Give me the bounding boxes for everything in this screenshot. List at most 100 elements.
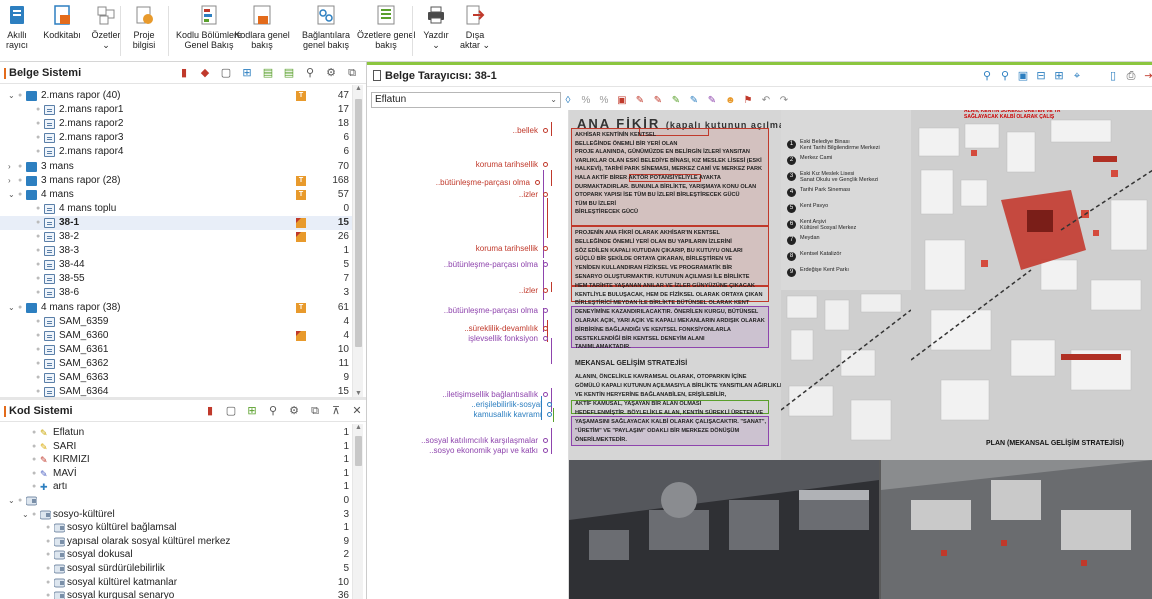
- margin-code-label[interactable]: ..izler: [519, 190, 538, 199]
- scroll-thumb[interactable]: [355, 436, 362, 466]
- chevron-down-icon[interactable]: ⌄: [22, 508, 32, 522]
- margin-code-label[interactable]: ..izler: [519, 286, 538, 295]
- coding-stripe[interactable]: [551, 428, 552, 454]
- document-group-row[interactable]: › ● 3 mans 70: [0, 160, 355, 174]
- highlighter-green-icon[interactable]: ✎: [671, 95, 681, 106]
- chevron-down-icon[interactable]: ⌄: [8, 494, 18, 508]
- print-icon[interactable]: ⎙: [1125, 65, 1137, 87]
- doc-group2-icon[interactable]: ▤: [283, 62, 295, 84]
- panel-icon[interactable]: ▯: [1107, 65, 1119, 87]
- text-type-badge[interactable]: T: [296, 189, 306, 200]
- links-overview-button[interactable]: Bağlantılara genel bakış: [297, 4, 355, 50]
- chevron-down-icon[interactable]: ⌄: [8, 301, 18, 315]
- coding-knob-icon[interactable]: [535, 180, 540, 185]
- code-row[interactable]: ● ✎ MAVİ 1: [0, 467, 355, 481]
- document-row[interactable]: ● 38-6 3: [0, 286, 355, 300]
- coding-knob-icon[interactable]: [543, 192, 548, 197]
- document-row[interactable]: ● 2.mans rapor2 18: [0, 117, 355, 131]
- code-set-icon[interactable]: ⊞: [246, 400, 258, 422]
- document-row[interactable]: ● 2.mans rapor3 6: [0, 131, 355, 145]
- coding-stripe[interactable]: [553, 408, 554, 422]
- margin-code-label[interactable]: ..bütünleşme-parçası olma: [444, 260, 538, 269]
- document-row[interactable]: ● SAM_6362 11: [0, 357, 355, 371]
- highlighter-blue-icon[interactable]: ✎: [689, 95, 699, 106]
- document-row[interactable]: ● 2.mans rapor4 6: [0, 145, 355, 159]
- diamond-icon[interactable]: ◊: [563, 95, 573, 106]
- doc-set-icon[interactable]: ◆: [199, 62, 211, 84]
- text-type-badge[interactable]: T: [296, 302, 306, 313]
- coding-knob-icon[interactable]: [543, 438, 548, 443]
- smart-publisher-button[interactable]: Akıllı rayıcı: [2, 4, 32, 50]
- code-row[interactable]: ⌄ ● 0: [0, 494, 355, 508]
- memo-icon[interactable]: [296, 232, 306, 242]
- code-row[interactable]: ● sosyo kültürel bağlamsal 1: [0, 521, 355, 535]
- split-view-icon[interactable]: ⊟: [1035, 65, 1047, 87]
- code-row[interactable]: ● ✚ artı 1: [0, 480, 355, 494]
- search-icon[interactable]: ⚲: [304, 62, 316, 84]
- undock-icon[interactable]: ⧉: [346, 62, 358, 84]
- activate-docs-icon[interactable]: ▮: [178, 62, 190, 84]
- text-type-badge[interactable]: T: [296, 175, 306, 186]
- document-row[interactable]: ● SAM_6359 4: [0, 315, 355, 329]
- gear-icon[interactable]: ⚙: [325, 62, 337, 84]
- document-row[interactable]: ● 38-55 7: [0, 272, 355, 286]
- coding-knob-icon[interactable]: [543, 308, 548, 313]
- code-tree-scrollbar[interactable]: ▲: [352, 424, 363, 599]
- margin-code-label[interactable]: kamusallık kavramı: [474, 410, 542, 419]
- search-icon[interactable]: ⚲: [267, 400, 279, 422]
- margin-code-label[interactable]: ..sosyal katılımcılık karşılaşmalar: [421, 436, 538, 445]
- new-doc-icon[interactable]: ▢: [220, 62, 232, 84]
- project-info-button[interactable]: Proje bilgisi: [126, 4, 162, 50]
- emoji-icon[interactable]: ☻: [725, 95, 736, 106]
- margin-code-label[interactable]: ..bellek: [513, 126, 538, 135]
- margin-code-label[interactable]: ..iletişimsellik bağlantısallık: [442, 390, 538, 399]
- summaries-overview-button[interactable]: Özetlere genel bakış: [357, 4, 416, 50]
- coding-knob-icon[interactable]: [547, 412, 552, 417]
- document-group-row[interactable]: ⌄ ● 4 mans rapor (38) T 61: [0, 301, 355, 315]
- coding-knob-icon[interactable]: [543, 128, 548, 133]
- document-row[interactable]: ● 2.mans rapor1 17: [0, 103, 355, 117]
- flag-icon[interactable]: ⚑: [743, 95, 753, 106]
- document-row[interactable]: ● SAM_6363 9: [0, 371, 355, 385]
- highlighter-red-icon[interactable]: ✎: [635, 95, 645, 106]
- redo-icon[interactable]: ↷: [779, 95, 789, 106]
- document-row[interactable]: ● SAM_6364 15: [0, 385, 355, 397]
- code-row[interactable]: ● ✎ KIRMIZI 1: [0, 453, 355, 467]
- code-row[interactable]: ● ✎ Eflatun 1: [0, 426, 355, 440]
- coding-stripe[interactable]: [551, 170, 552, 186]
- coding-knob-icon[interactable]: [543, 262, 548, 267]
- export-icon[interactable]: ⇥: [1143, 65, 1152, 87]
- pin-icon[interactable]: ⊼: [330, 400, 342, 422]
- memo-icon[interactable]: [296, 330, 306, 341]
- gear-icon[interactable]: ⚙: [288, 400, 300, 422]
- code-row[interactable]: ⌄ ● sosyo-kültürel 3: [0, 508, 355, 522]
- export-button[interactable]: Dışa aktar ⌄: [457, 4, 493, 50]
- fit-page-icon[interactable]: ▣: [1017, 65, 1029, 87]
- margin-code-label[interactable]: koruma tarihsellik: [476, 244, 538, 253]
- highlighter-red2-icon[interactable]: ✎: [653, 95, 663, 106]
- document-tree-scrollbar[interactable]: ▲ ▼: [352, 85, 363, 397]
- highlighter-purple-icon[interactable]: ✎: [707, 95, 717, 106]
- code-row[interactable]: ● yapısal olarak sosyal kültürel merkez 9: [0, 535, 355, 549]
- document-row[interactable]: ● SAM_6361 10: [0, 343, 355, 357]
- import-icon[interactable]: ⊞: [241, 62, 253, 84]
- coding-stripe[interactable]: [551, 122, 552, 136]
- activate-codes-icon[interactable]: ▮: [204, 400, 216, 422]
- coding-knob-icon[interactable]: [543, 246, 548, 251]
- code-row[interactable]: ● sosyal kültürel katmanlar 10: [0, 576, 355, 590]
- document-row[interactable]: ● 38-1 15: [0, 215, 355, 230]
- coding-stripe[interactable]: [551, 338, 552, 364]
- chevron-right-icon[interactable]: ›: [8, 160, 18, 174]
- marker-icon[interactable]: ⌖: [1071, 65, 1083, 87]
- document-row[interactable]: ● 38-2 26: [0, 230, 355, 244]
- margin-code-label[interactable]: ..sosyo ekonomik yapı ve katkı: [429, 446, 538, 455]
- codebook-button[interactable]: Kodkitabı: [42, 4, 82, 40]
- undo-icon[interactable]: ↶: [761, 95, 771, 106]
- coding-knob-icon[interactable]: [543, 336, 548, 341]
- grid-view-icon[interactable]: ⊞: [1053, 65, 1065, 87]
- zoom-out-icon[interactable]: ⚲: [999, 65, 1011, 87]
- close-icon[interactable]: ✕: [351, 400, 363, 422]
- coding-knob-icon[interactable]: [543, 392, 548, 397]
- document-row[interactable]: ● 4 mans toplu 0: [0, 202, 355, 216]
- codes-overview-button[interactable]: Kodlara genel bakış: [232, 4, 292, 50]
